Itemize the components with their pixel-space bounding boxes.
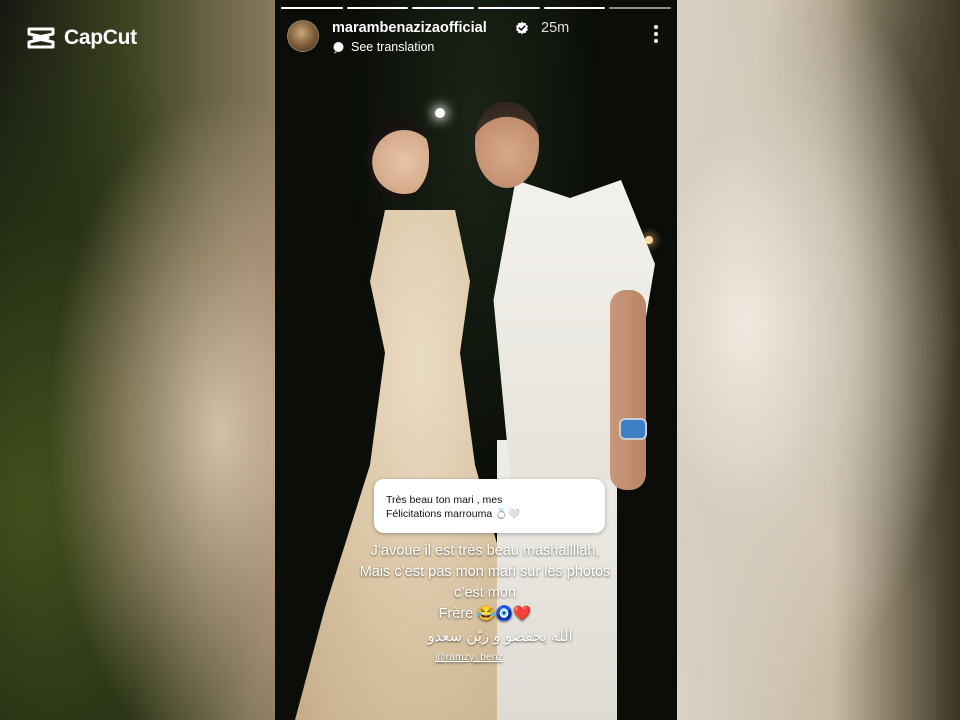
post-time: 25m <box>541 20 570 36</box>
man-arm <box>610 290 646 490</box>
verified-badge-icon <box>516 21 528 35</box>
story-caption: J’avoue il est très beau mashallllah, Ma… <box>335 541 635 625</box>
reply-line-1: Très beau ton mari , mes <box>386 494 503 506</box>
reply-line-2: Félicitations marrouma <box>386 508 493 520</box>
progress-segment <box>543 7 606 9</box>
avatar[interactable] <box>287 20 319 52</box>
progress-segment <box>609 7 672 9</box>
capcut-wordmark: CapCut <box>64 26 137 49</box>
see-translation-label: See translation <box>351 40 435 54</box>
progress-segment <box>346 7 409 9</box>
man-head <box>475 102 539 188</box>
reply-emoji: 💍🤍 <box>495 509 521 520</box>
mention-tag[interactable]: @ramzy_benz <box>435 651 503 663</box>
caption-arabic: الله يحفضو و زيّن سعدو <box>427 628 573 645</box>
progress-segment <box>281 7 343 9</box>
caption-line-2: Mais c’est pas mon mari sur les photos <box>359 564 611 580</box>
reply-sticker[interactable]: Très beau ton mari , mes Félicitations m… <box>374 479 605 533</box>
progress-segment <box>478 7 540 9</box>
story-viewer[interactable]: marambenazizaofficial 25m See translatio… <box>275 0 677 720</box>
caption-line-1: J’avoue il est très beau mashallllah, <box>370 543 600 559</box>
blurred-background-right <box>677 0 960 720</box>
capcut-watermark: CapCut <box>26 26 137 50</box>
reply-sticker-text: Très beau ton mari , mes Félicitations m… <box>386 493 520 522</box>
see-translation-button[interactable]: See translation <box>332 40 434 54</box>
blurred-background-left <box>0 0 275 720</box>
progress-segment <box>412 7 475 9</box>
capcut-logo-icon <box>27 27 55 49</box>
story-header: marambenazizaofficial 25m See translatio… <box>287 18 667 58</box>
more-vertical-icon[interactable] <box>653 24 659 44</box>
username[interactable]: marambenazizaofficial <box>332 20 487 36</box>
woman-head <box>367 118 429 198</box>
story-progress-bar <box>281 7 672 9</box>
caption-line-4: Frère 😂🧿❤️ <box>438 606 532 622</box>
wristwatch <box>619 418 647 440</box>
garden-light <box>435 108 445 118</box>
caption-line-3: c’est mon <box>453 585 517 601</box>
translate-icon <box>333 41 344 53</box>
